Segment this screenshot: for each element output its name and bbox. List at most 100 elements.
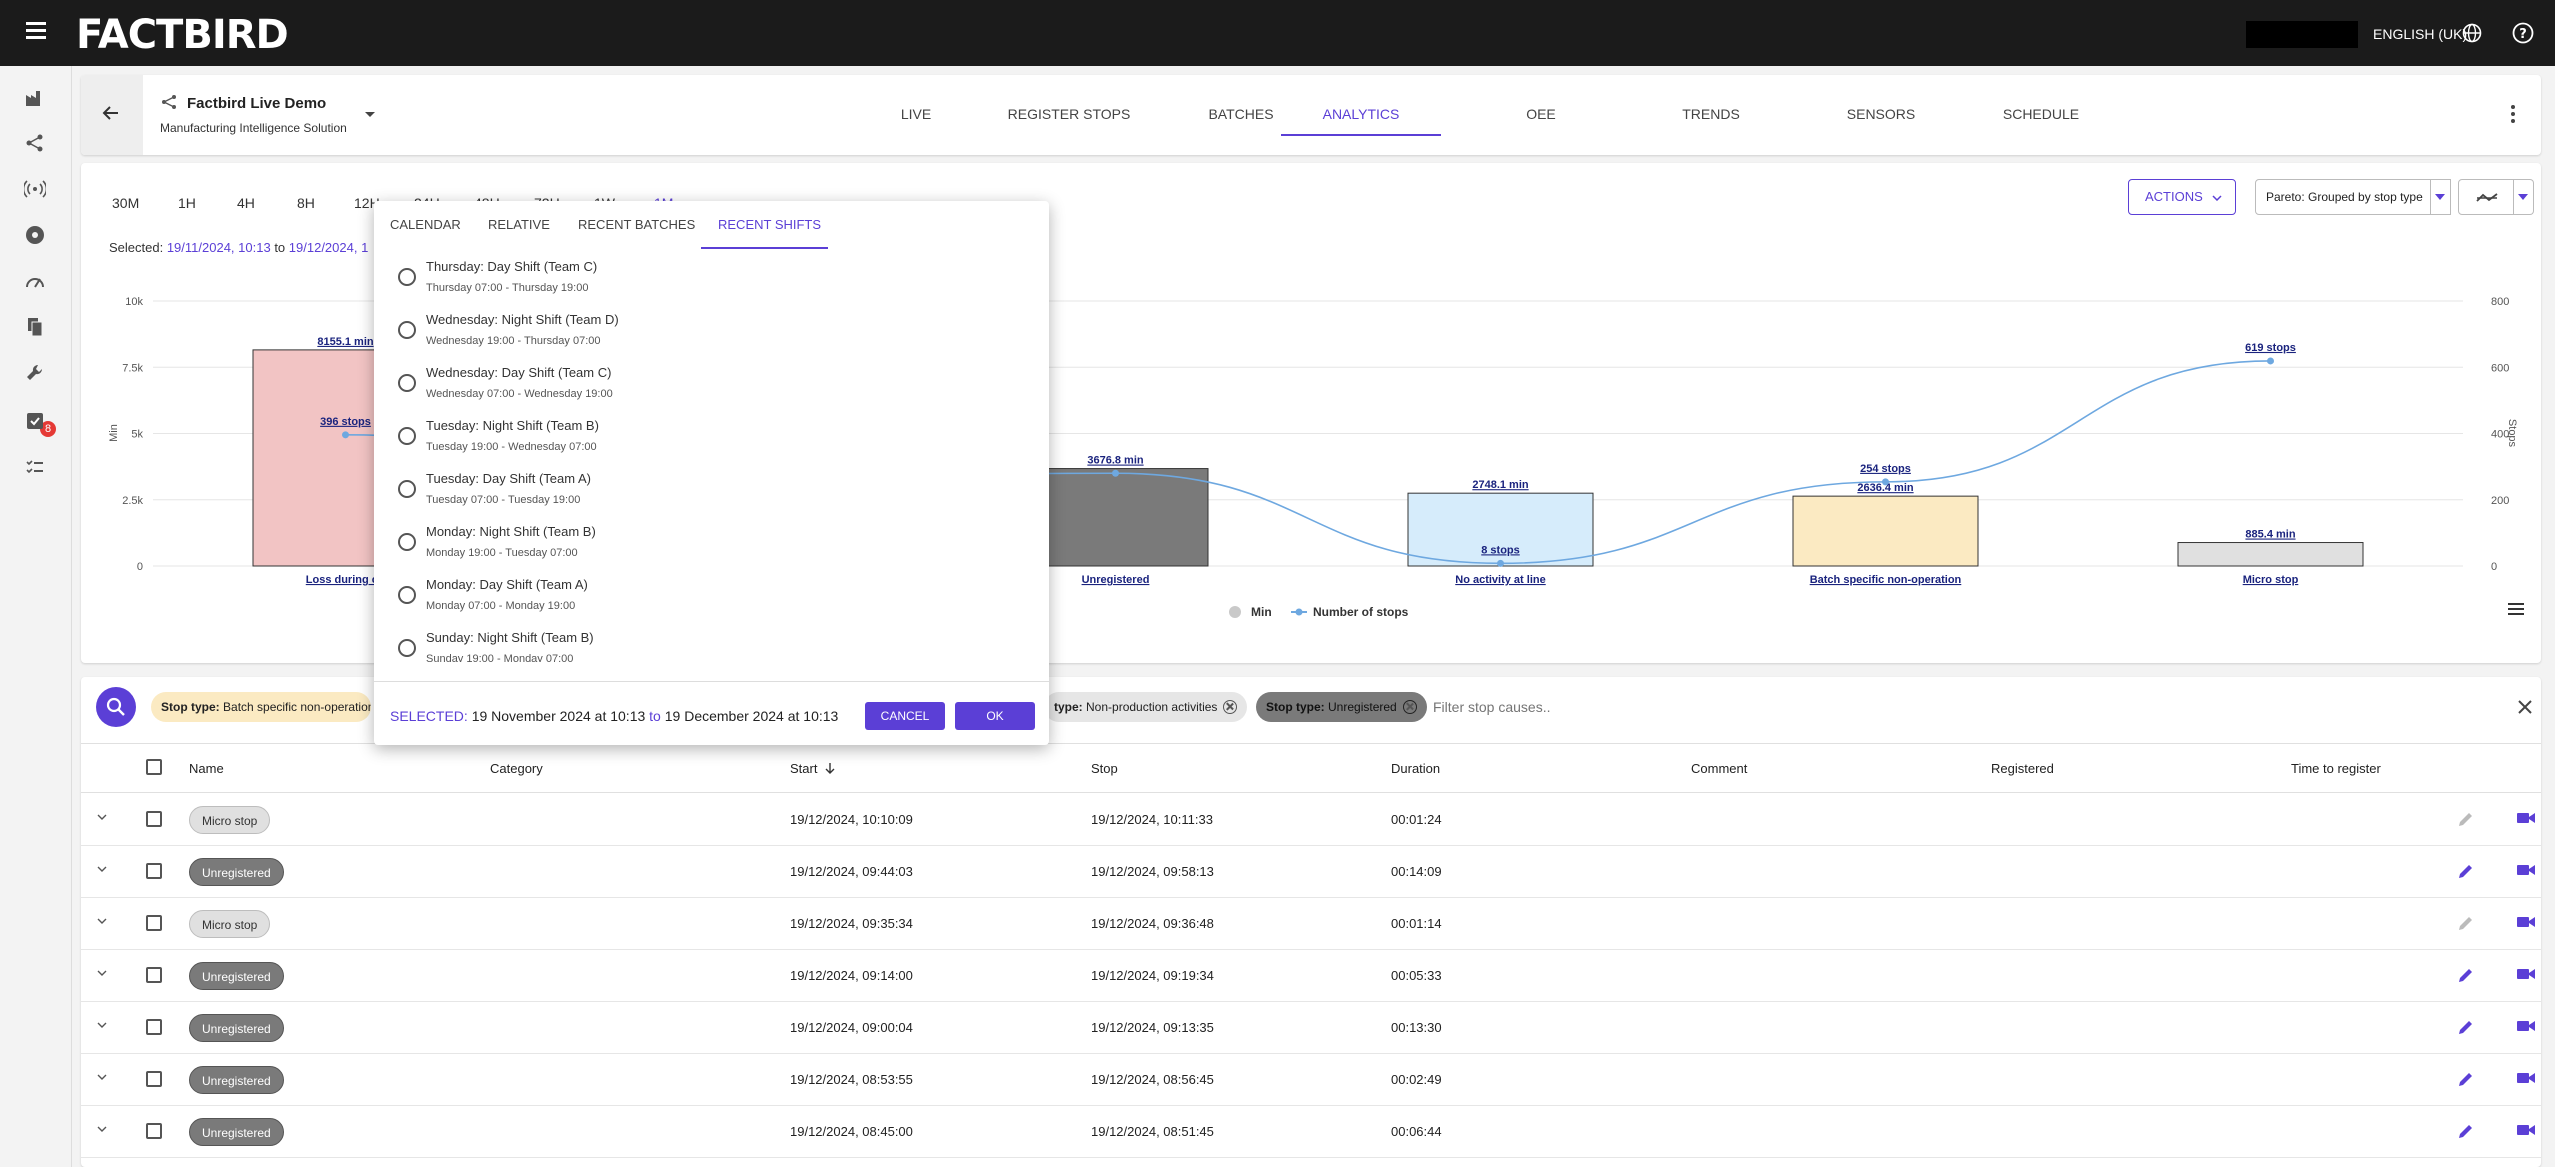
chevron-down-icon[interactable] xyxy=(97,1124,107,1134)
back-button[interactable] xyxy=(81,75,143,155)
edit-icon[interactable] xyxy=(2457,914,2475,932)
edit-icon[interactable] xyxy=(2457,1122,2475,1140)
shift-option[interactable]: Wednesday: Night Shift (Team D) Wednesday… xyxy=(374,306,1049,359)
language-selector[interactable]: ENGLISH (UK) xyxy=(2373,26,2467,42)
shift-option[interactable]: Sunday: Night Shift (Team B) Sunday 19:00… xyxy=(374,624,1049,662)
cancel-button[interactable]: CANCEL xyxy=(865,702,945,730)
row-checkbox[interactable] xyxy=(146,915,162,931)
row-checkbox[interactable] xyxy=(146,1071,162,1087)
edit-icon[interactable] xyxy=(2457,862,2475,880)
tab-relative[interactable]: RELATIVE xyxy=(488,217,550,232)
video-camera-icon[interactable] xyxy=(2516,966,2536,982)
table-row[interactable]: Unregistered 19/12/2024, 08:53:55 19/12/20… xyxy=(81,1054,2541,1106)
shift-option[interactable]: Monday: Night Shift (Team B) Monday 19:00… xyxy=(374,518,1049,571)
select-all-checkbox[interactable] xyxy=(146,759,162,775)
filter-input[interactable] xyxy=(1433,696,1933,718)
chevron-down-icon[interactable] xyxy=(97,968,107,978)
chevron-down-icon[interactable] xyxy=(97,812,107,822)
col-stop[interactable]: Stop xyxy=(1091,761,1118,776)
checkbox-icon[interactable] xyxy=(24,410,46,432)
table-row[interactable]: Unregistered 19/12/2024, 09:14:00 19/12/20… xyxy=(81,950,2541,1002)
row-checkbox[interactable] xyxy=(146,1123,162,1139)
radio-button[interactable] xyxy=(398,374,416,392)
col-name[interactable]: Name xyxy=(189,761,224,776)
radio-button[interactable] xyxy=(398,268,416,286)
filter-chip-nonprod[interactable]: type: Non-production activities xyxy=(1044,692,1248,722)
tab-oee[interactable]: OEE xyxy=(1481,106,1601,122)
shift-option[interactable]: Tuesday: Day Shift (Team A) Tuesday 07:00… xyxy=(374,465,1049,518)
share-icon[interactable] xyxy=(24,132,46,154)
chevron-down-icon[interactable] xyxy=(364,111,376,119)
search-button[interactable] xyxy=(96,687,136,727)
shift-option[interactable]: Monday: Day Shift (Team A) Monday 07:00 -… xyxy=(374,571,1049,624)
shift-option[interactable]: Thursday: Day Shift (Team C) Thursday 07:… xyxy=(374,253,1049,306)
tab-recent-shifts[interactable]: RECENT SHIFTS xyxy=(718,217,821,232)
row-checkbox[interactable] xyxy=(146,967,162,983)
documents-icon[interactable] xyxy=(24,316,46,338)
factory-icon[interactable] xyxy=(24,87,46,109)
shift-time: Wednesday 07:00 - Wednesday 19:00 xyxy=(426,388,613,400)
help-icon[interactable]: ? xyxy=(2512,22,2534,44)
close-icon[interactable] xyxy=(1402,700,1417,714)
globe-icon[interactable] xyxy=(2462,23,2482,43)
chart-menu-icon[interactable] xyxy=(2508,603,2524,617)
tab-analytics[interactable]: ANALYTICS xyxy=(1281,106,1441,122)
tab-recent-batches[interactable]: RECENT BATCHES xyxy=(578,217,695,232)
col-time-to-register[interactable]: Time to register xyxy=(2291,761,2381,776)
video-camera-icon[interactable] xyxy=(2516,914,2536,930)
ok-button[interactable]: OK xyxy=(955,702,1035,730)
dashboard-icon[interactable] xyxy=(24,224,46,246)
edit-icon[interactable] xyxy=(2457,1018,2475,1036)
col-comment[interactable]: Comment xyxy=(1691,761,1747,776)
tab-register-stops[interactable]: REGISTER STOPS xyxy=(979,106,1159,122)
tab-schedule[interactable]: SCHEDULE xyxy=(1961,106,2121,122)
filter-chip-unregistered[interactable]: Stop type: Unregistered xyxy=(1256,692,1427,722)
radio-button[interactable] xyxy=(398,639,416,657)
tab-sensors[interactable]: SENSORS xyxy=(1801,106,1961,122)
radio-button[interactable] xyxy=(398,586,416,604)
edit-icon[interactable] xyxy=(2457,966,2475,984)
table-row[interactable]: Micro stop 19/12/2024, 09:35:34 19/12/2024… xyxy=(81,898,2541,950)
col-category[interactable]: Category xyxy=(490,761,543,776)
table-row[interactable]: Unregistered 19/12/2024, 08:45:00 19/12/20… xyxy=(81,1106,2541,1158)
table-row[interactable]: Micro stop 19/12/2024, 10:10:09 19/12/2024… xyxy=(81,794,2541,846)
col-registered[interactable]: Registered xyxy=(1991,761,2054,776)
tab-live[interactable]: LIVE xyxy=(866,106,966,122)
edit-icon[interactable] xyxy=(2457,1070,2475,1088)
speed-icon[interactable] xyxy=(24,270,46,292)
chevron-down-icon[interactable] xyxy=(97,864,107,874)
radio-button[interactable] xyxy=(398,321,416,339)
video-camera-icon[interactable] xyxy=(2516,810,2536,826)
sensor-icon[interactable] xyxy=(22,178,48,200)
tab-calendar[interactable]: CALENDAR xyxy=(390,217,461,232)
row-checkbox[interactable] xyxy=(146,811,162,827)
close-icon[interactable] xyxy=(1223,700,1238,714)
shift-option[interactable]: Wednesday: Day Shift (Team C) Wednesday 0… xyxy=(374,359,1049,412)
video-camera-icon[interactable] xyxy=(2516,1070,2536,1086)
video-camera-icon[interactable] xyxy=(2516,1018,2536,1034)
col-start[interactable]: Start xyxy=(790,761,835,776)
table-row[interactable]: Unregistered 19/12/2024, 09:00:04 19/12/20… xyxy=(81,1002,2541,1054)
video-camera-icon[interactable] xyxy=(2516,1122,2536,1138)
checklist-icon[interactable] xyxy=(24,456,46,478)
row-checkbox[interactable] xyxy=(146,1019,162,1035)
shift-option[interactable]: Tuesday: Night Shift (Team B) Tuesday 19:… xyxy=(374,412,1049,465)
radio-button[interactable] xyxy=(398,427,416,445)
video-camera-icon[interactable] xyxy=(2516,862,2536,878)
col-duration[interactable]: Duration xyxy=(1391,761,1440,776)
close-icon[interactable] xyxy=(2517,699,2533,715)
tab-trends[interactable]: TRENDS xyxy=(1631,106,1791,122)
menu-icon[interactable] xyxy=(26,22,46,40)
table-row[interactable]: Unregistered 19/12/2024, 09:44:03 19/12/20… xyxy=(81,846,2541,898)
chevron-down-icon[interactable] xyxy=(97,1072,107,1082)
edit-icon[interactable] xyxy=(2457,810,2475,828)
more-vert-icon[interactable] xyxy=(2511,105,2517,125)
chevron-down-icon[interactable] xyxy=(97,1020,107,1030)
chevron-down-icon[interactable] xyxy=(97,916,107,926)
wrench-icon[interactable] xyxy=(24,362,46,384)
row-checkbox[interactable] xyxy=(146,863,162,879)
filter-chip-batch[interactable]: Stop type: Batch specific non-operation xyxy=(151,692,371,722)
radio-button[interactable] xyxy=(398,533,416,551)
y-tick-label: 2.5k xyxy=(122,495,143,507)
radio-button[interactable] xyxy=(398,480,416,498)
